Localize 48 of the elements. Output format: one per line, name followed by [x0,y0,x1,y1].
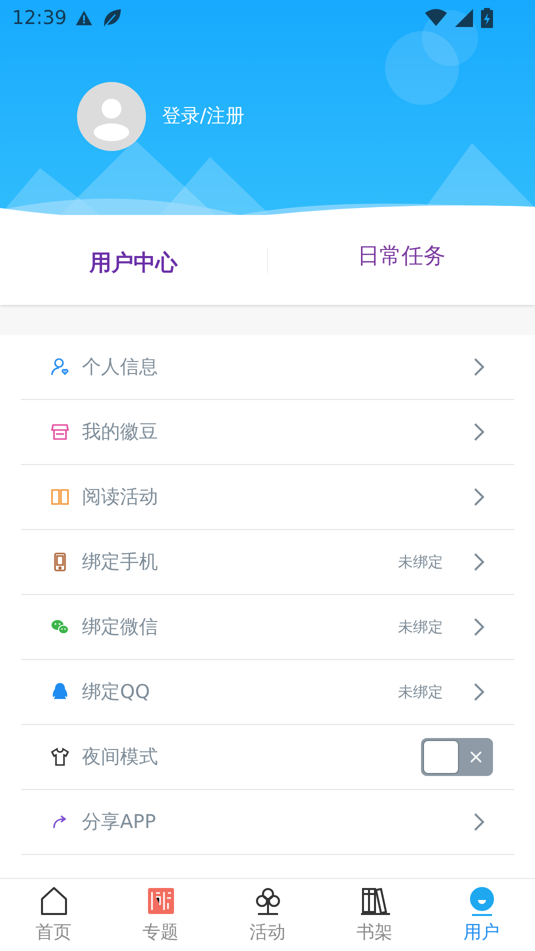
battery-icon [481,8,493,28]
chevron-right-icon [473,552,485,572]
user-icon [50,357,70,377]
nav-tab[interactable]: 书架 [321,879,428,951]
chevron-right-icon [473,357,485,377]
menu-row[interactable]: 阅读活动 [21,465,514,530]
menu-row[interactable]: 绑定手机 未绑定 [21,530,514,595]
nav-tab[interactable]: 专题 [107,879,214,951]
status-time: 12:39 [12,6,67,31]
bind-status: 未绑定 [398,552,443,573]
tab[interactable]: 用户中心 [90,246,178,280]
wifi-icon [425,9,447,27]
store-icon [50,422,70,442]
close-icon [469,750,483,764]
menu-row[interactable]: 个人信息 [21,335,514,400]
nav-tab[interactable]: 活动 [214,879,321,951]
menu-label: 绑定手机 [82,550,159,575]
chevron-right-icon [473,487,485,507]
menu-row[interactable]: 我的徽豆 [21,400,514,465]
signal-icon [455,9,473,27]
menu-row[interactable]: 分享APP [21,790,514,855]
menu-label: 绑定QQ [82,680,151,705]
menu-label: 分享APP [82,810,157,835]
menu-label: 我的徽豆 [82,420,159,445]
bind-status: 未绑定 [398,682,443,703]
menu-label: 个人信息 [82,354,159,380]
bind-status: 未绑定 [398,616,443,638]
chevron-right-icon [473,812,485,832]
menu-label: 夜间模式 [82,744,159,770]
shirt-icon [50,747,70,767]
nav-tab[interactable]: 首页 [0,879,107,951]
menu-row[interactable]: 绑定QQ 未绑定 [21,660,514,725]
menu-label: 绑定微信 [82,614,159,640]
login-link[interactable]: 登录/注册 [162,102,244,131]
menu-row[interactable]: 夜间模式 [21,725,514,790]
penguin-icon [50,682,70,702]
menu-label: 阅读活动 [82,484,159,510]
bookshelf-icon [358,885,390,917]
menu-row[interactable]: 绑定微信 未绑定 [21,595,514,660]
avatar-icon [77,82,146,151]
chevron-right-icon [473,422,485,442]
chevron-right-icon [473,617,485,637]
nav-tab[interactable]: 用户 [428,879,535,951]
chevron-right-icon [473,682,485,702]
tab[interactable]: 日常任务 [358,240,446,272]
toggle-switch[interactable] [421,738,493,776]
book-icon [50,487,70,507]
warning-icon [74,9,93,27]
